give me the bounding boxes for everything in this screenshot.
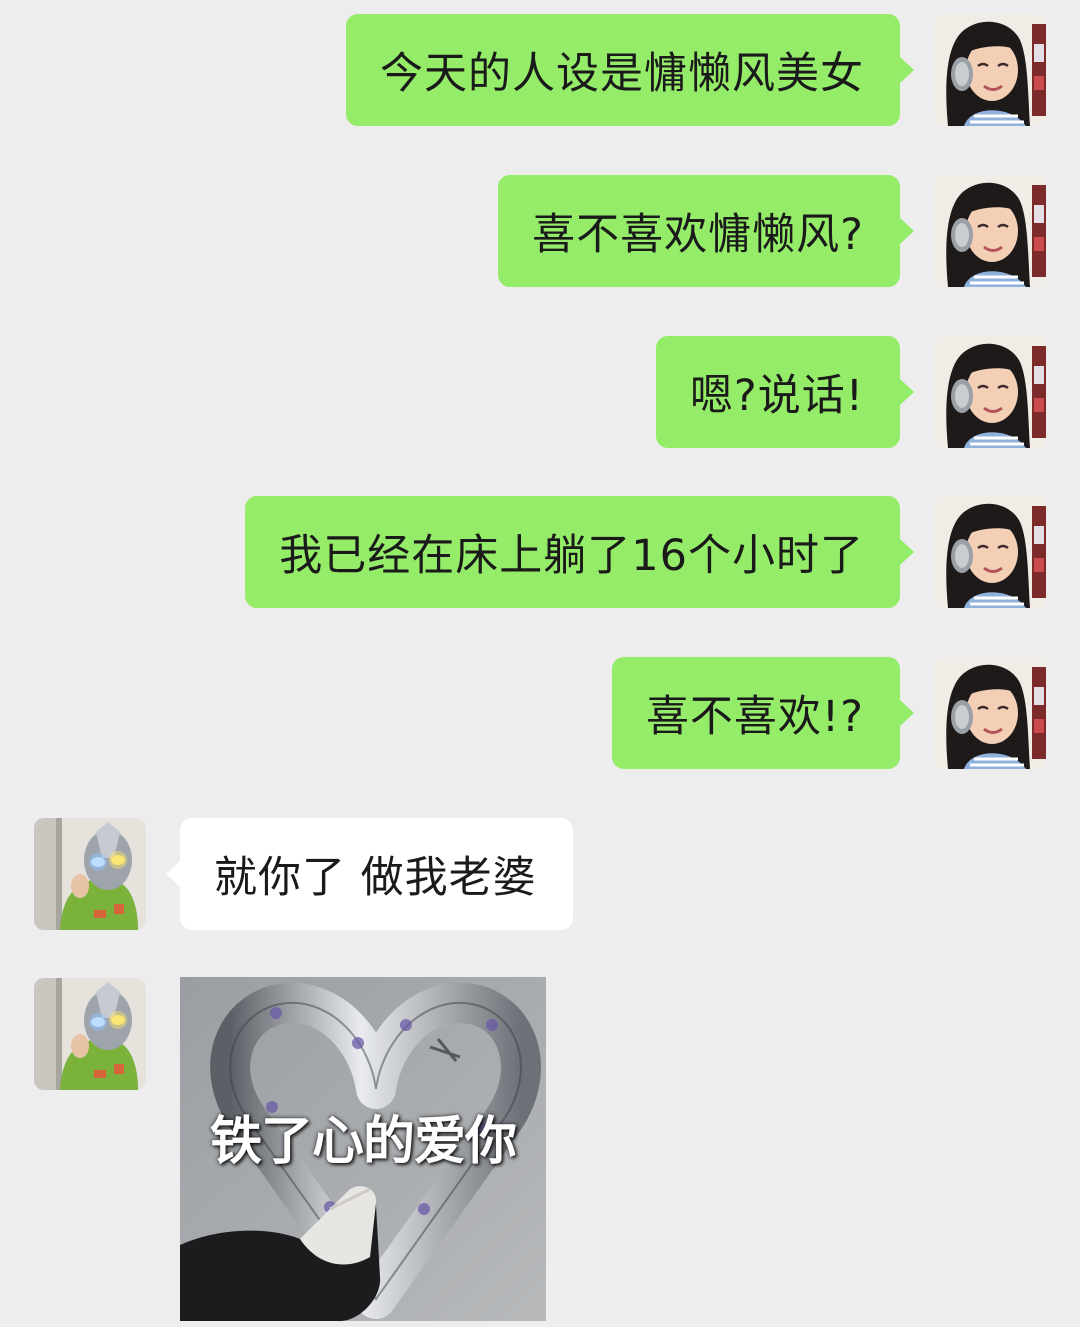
message-bubble-outgoing[interactable]: 喜不喜欢!? [611, 657, 915, 769]
my-avatar[interactable] [934, 14, 1046, 126]
my-avatar[interactable] [934, 496, 1046, 608]
message-bubble-outgoing[interactable]: 今天的人设是慵懒风美女 [346, 14, 914, 126]
message-text: 今天的人设是慵懒风美女 [380, 49, 864, 99]
message-bubble-incoming[interactable]: 就你了 做我老婆 [166, 818, 573, 930]
message-text: 我已经在床上躺了16个小时了 [279, 531, 864, 581]
contact-avatar[interactable] [34, 978, 146, 1090]
message-text: 就你了 做我老婆 [214, 853, 537, 903]
message-text: 喜不喜欢!? [645, 692, 864, 742]
message-bubble-outgoing[interactable]: 我已经在床上躺了16个小时了 [245, 496, 914, 608]
chat-area: 今天的人设是慵懒风美女 喜不喜欢慵懒风? 嗯?说话! 我已经在床上躺了16个小时… [0, 0, 1080, 1327]
contact-avatar[interactable] [34, 818, 146, 930]
my-avatar[interactable] [934, 336, 1046, 448]
message-bubble-outgoing[interactable]: 喜不喜欢慵懒风? [498, 175, 914, 287]
sticker-image[interactable]: 铁了心的爱你 [180, 977, 546, 1321]
sticker-caption: 铁了心的爱你 [209, 1112, 517, 1172]
message-bubble-outgoing[interactable]: 嗯?说话! [655, 336, 915, 448]
my-avatar[interactable] [934, 657, 1046, 769]
my-avatar[interactable] [934, 175, 1046, 287]
message-text: 喜不喜欢慵懒风? [532, 210, 864, 260]
message-text: 嗯?说话! [689, 371, 864, 421]
